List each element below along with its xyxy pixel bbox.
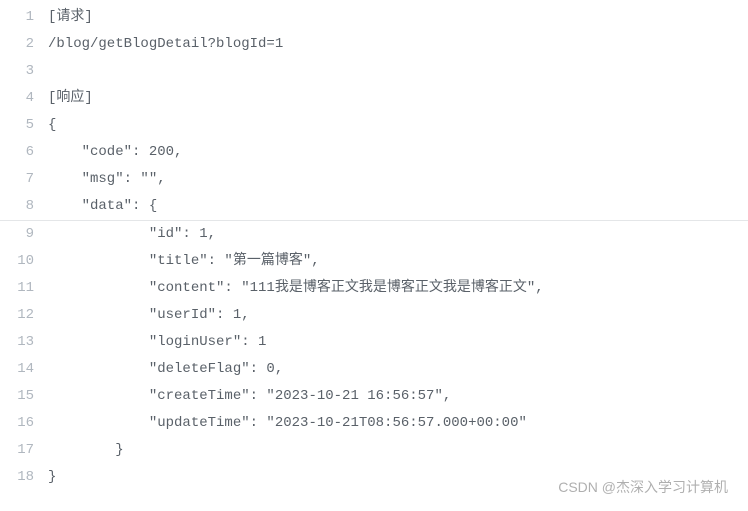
code-line: 4 [响应] <box>0 85 748 112</box>
code-line: 12 "userId": 1, <box>0 302 748 329</box>
line-number: 10 <box>0 248 48 275</box>
line-text: } <box>48 437 124 464</box>
line-number: 9 <box>0 221 48 248</box>
code-line: 11 "content": "111我是博客正文我是博客正文我是博客正文", <box>0 275 748 302</box>
code-line: 3 <box>0 58 748 85</box>
code-line: 9 "id": 1, <box>0 221 748 248</box>
line-number: 15 <box>0 383 48 410</box>
line-text: "content": "111我是博客正文我是博客正文我是博客正文", <box>48 275 544 302</box>
line-text: "title": "第一篇博客", <box>48 248 320 275</box>
line-number: 14 <box>0 356 48 383</box>
code-line: 17 } <box>0 437 748 464</box>
line-text: "updateTime": "2023-10-21T08:56:57.000+0… <box>48 410 527 437</box>
line-text: "createTime": "2023-10-21 16:56:57", <box>48 383 451 410</box>
line-number: 3 <box>0 58 48 85</box>
line-number: 18 <box>0 464 48 491</box>
line-number: 12 <box>0 302 48 329</box>
line-text: } <box>48 464 56 491</box>
code-line: 2 /blog/getBlogDetail?blogId=1 <box>0 31 748 58</box>
line-number: 1 <box>0 4 48 31</box>
code-line: 8 "data": { <box>0 193 748 220</box>
line-text: { <box>48 112 56 139</box>
line-text: "id": 1, <box>48 221 216 248</box>
line-number: 4 <box>0 85 48 112</box>
code-line: 15 "createTime": "2023-10-21 16:56:57", <box>0 383 748 410</box>
code-line: 18 } <box>0 464 748 491</box>
line-number: 6 <box>0 139 48 166</box>
line-text: /blog/getBlogDetail?blogId=1 <box>48 31 283 58</box>
code-line: 13 "loginUser": 1 <box>0 329 748 356</box>
code-line: 10 "title": "第一篇博客", <box>0 248 748 275</box>
line-text: "msg": "", <box>48 166 166 193</box>
line-number: 17 <box>0 437 48 464</box>
code-line: 5 { <box>0 112 748 139</box>
line-text: [请求] <box>48 4 93 31</box>
line-text: "userId": 1, <box>48 302 250 329</box>
line-number: 11 <box>0 275 48 302</box>
line-text: "deleteFlag": 0, <box>48 356 283 383</box>
code-line: 14 "deleteFlag": 0, <box>0 356 748 383</box>
line-text: [响应] <box>48 85 93 112</box>
line-text: "loginUser": 1 <box>48 329 266 356</box>
code-line: 6 "code": 200, <box>0 139 748 166</box>
line-text: "data": { <box>48 193 157 220</box>
line-number: 16 <box>0 410 48 437</box>
line-number: 13 <box>0 329 48 356</box>
line-number: 2 <box>0 31 48 58</box>
line-number: 7 <box>0 166 48 193</box>
line-text: "code": 200, <box>48 139 182 166</box>
line-number: 5 <box>0 112 48 139</box>
code-block: 1 [请求] 2 /blog/getBlogDetail?blogId=1 3 … <box>0 0 748 491</box>
line-number: 8 <box>0 193 48 220</box>
code-line: 7 "msg": "", <box>0 166 748 193</box>
code-line: 16 "updateTime": "2023-10-21T08:56:57.00… <box>0 410 748 437</box>
code-line: 1 [请求] <box>0 4 748 31</box>
